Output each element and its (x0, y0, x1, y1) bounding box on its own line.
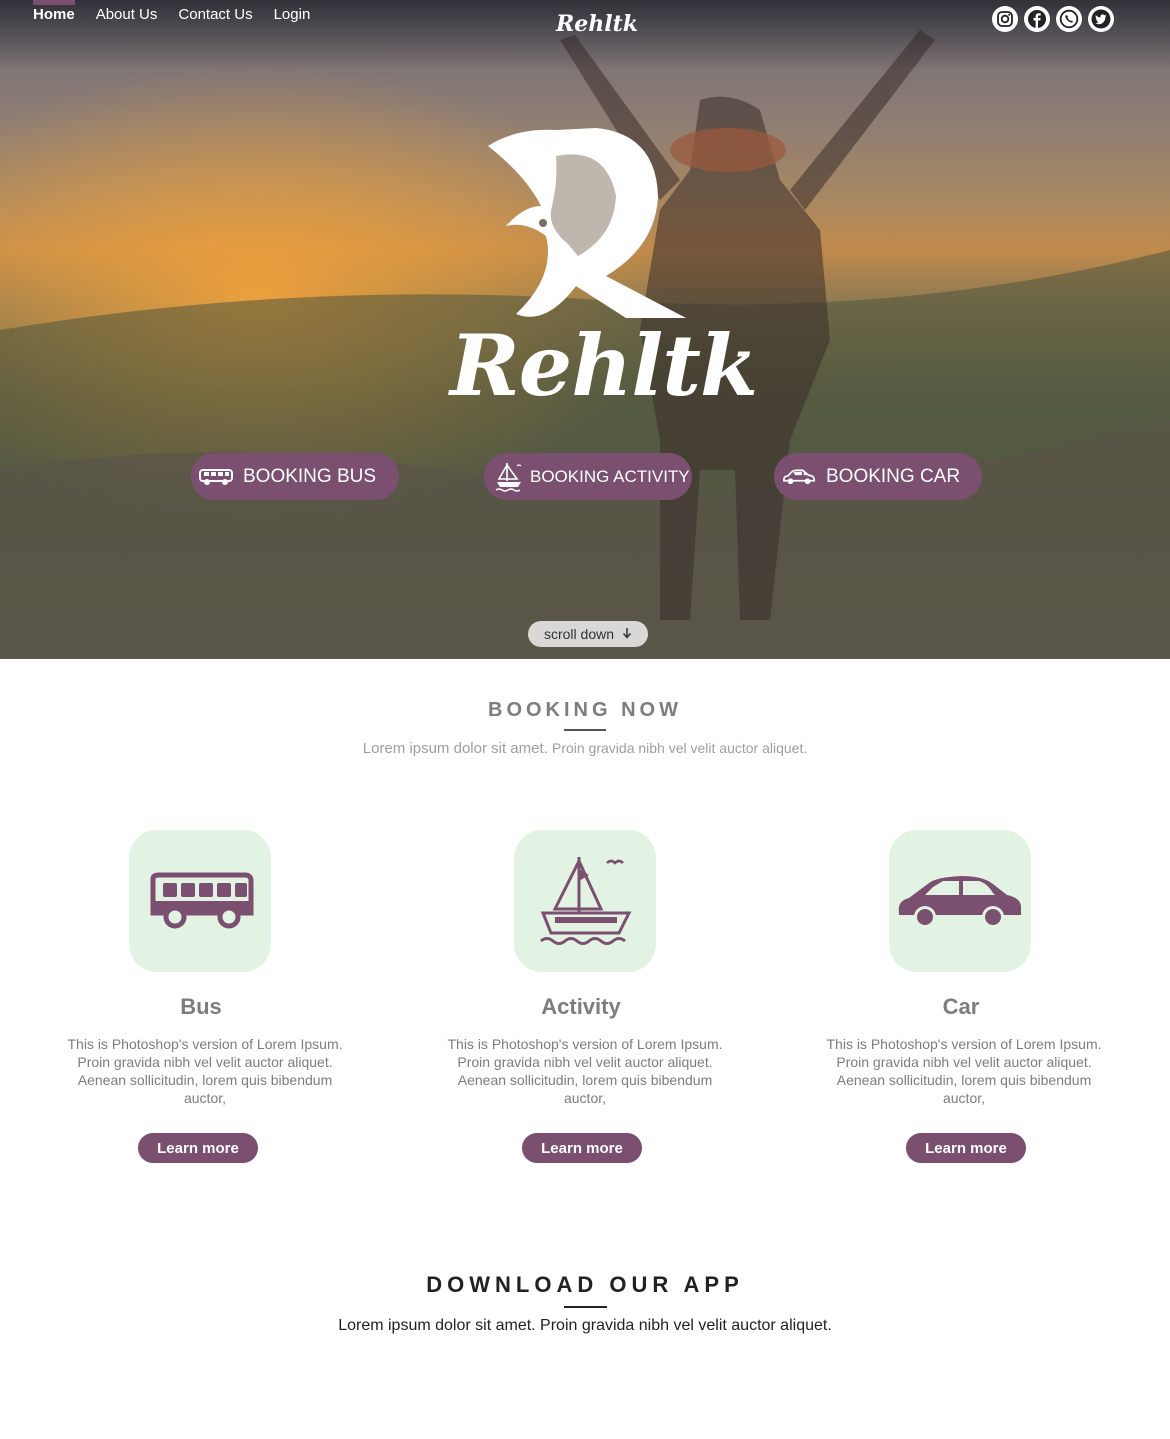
boat-icon (540, 857, 632, 945)
car-icon (782, 462, 816, 492)
booking-title: BOOKING NOW (488, 699, 682, 721)
boat-icon (492, 462, 526, 492)
social-links (992, 6, 1114, 32)
car-learn-more-button[interactable]: Learn more (906, 1133, 1026, 1163)
booking-car-label: BOOKING CAR (826, 465, 961, 487)
instagram-icon[interactable] (992, 6, 1018, 32)
car-icon (898, 876, 1021, 928)
booking-subtitle: Lorem ipsum dolor sit amet. Proin gravid… (0, 740, 1170, 757)
bus-icon (199, 462, 233, 492)
booking-car-button[interactable]: BOOKING CAR (774, 453, 982, 500)
scroll-down-label: scroll down (543, 626, 615, 642)
booking-bus-label: BOOKING BUS (243, 465, 377, 487)
activity-learn-more-button[interactable]: Learn more (522, 1133, 642, 1163)
booking-title-rule (564, 729, 606, 731)
nav-home[interactable]: Home (33, 0, 75, 23)
booking-subtitle-part-1: Lorem ipsum dolor sit amet. (362, 740, 548, 757)
hero-section: Home About Us Contact Us Login Rehltk Re… (0, 0, 1170, 659)
hero-brand-wordmark: Rehltk (450, 316, 758, 415)
activity-card-icon[interactable] (514, 830, 656, 972)
bus-card-text: This is Photoshop's version of Lorem Ips… (67, 1036, 343, 1106)
download-title: DOWNLOAD OUR APP (426, 1272, 744, 1297)
bus-card-title: Bus (180, 994, 222, 1019)
arrow-down-icon (622, 626, 632, 642)
booking-bus-button[interactable]: BOOKING BUS (191, 453, 399, 500)
nav-about-us[interactable]: About Us (96, 6, 158, 23)
main-nav: Home About Us Contact Us Login (33, 0, 311, 23)
rehltk-bird-logo (488, 128, 686, 318)
nav-login[interactable]: Login (274, 6, 311, 23)
booking-activity-button[interactable]: BOOKING ACTIVITY (484, 453, 692, 500)
booking-activity-label: BOOKING ACTIVITY (530, 466, 690, 486)
bus-icon (150, 872, 254, 929)
car-card-text: This is Photoshop's version of Lorem Ips… (826, 1036, 1102, 1106)
bus-card-icon[interactable] (129, 830, 271, 972)
nav-contact-us[interactable]: Contact Us (178, 6, 252, 23)
header-brand[interactable]: Rehltk (556, 11, 638, 37)
activity-card-title: Activity (541, 994, 621, 1019)
car-card-title: Car (942, 994, 980, 1019)
activity-card-text: This is Photoshop's version of Lorem Ips… (447, 1036, 723, 1106)
whatsapp-icon[interactable] (1056, 6, 1082, 32)
download-subtitle: Lorem ipsum dolor sit amet. Proin gravid… (338, 1317, 832, 1334)
bus-learn-more-button[interactable]: Learn more (138, 1133, 258, 1163)
booking-subtitle-part-2: Proin gravida nibh vel velit auctor aliq… (551, 740, 808, 756)
car-card-icon[interactable] (889, 830, 1031, 972)
facebook-icon[interactable] (1024, 6, 1050, 32)
download-title-rule (564, 1306, 607, 1308)
twitter-icon[interactable] (1088, 6, 1114, 32)
scroll-down-button[interactable]: scroll down (528, 621, 648, 647)
